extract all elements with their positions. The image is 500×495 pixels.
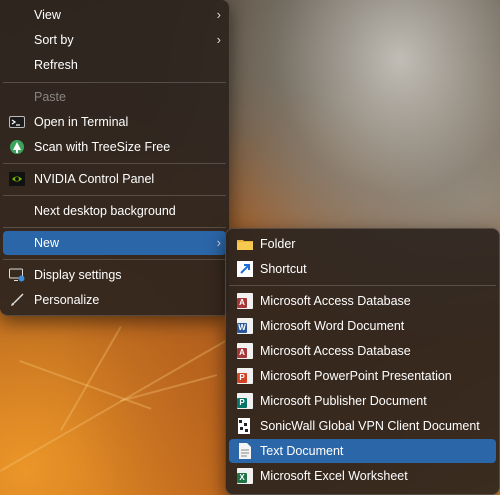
new-word-document-item[interactable]: W Microsoft Word Document — [229, 314, 496, 338]
chevron-right-icon: › — [216, 235, 221, 250]
menu-item-label: Shortcut — [260, 262, 307, 276]
access-icon: A — [237, 343, 253, 359]
menu-divider — [3, 163, 226, 164]
new-shortcut-item[interactable]: Shortcut — [229, 257, 496, 281]
new-access-database-item[interactable]: A Microsoft Access Database — [229, 289, 496, 313]
menu-item-paste: Paste — [3, 85, 226, 109]
menu-item-label: Microsoft Word Document — [260, 319, 405, 333]
display-settings-icon — [9, 267, 25, 283]
menu-item-label: View — [34, 8, 61, 22]
menu-item-label: NVIDIA Control Panel — [34, 172, 155, 186]
menu-item-label: Display settings — [34, 268, 122, 282]
menu-item-next-desktop-background[interactable]: Next desktop background — [3, 199, 226, 223]
menu-item-label: Open in Terminal — [34, 115, 129, 129]
nvidia-icon — [9, 171, 25, 187]
menu-item-new[interactable]: New › — [3, 231, 226, 255]
new-access-database-item-2[interactable]: A Microsoft Access Database — [229, 339, 496, 363]
menu-divider — [3, 195, 226, 196]
menu-item-label: Personalize — [34, 293, 100, 307]
new-excel-worksheet-item[interactable]: X Microsoft Excel Worksheet — [229, 464, 496, 488]
menu-item-label: Microsoft Access Database — [260, 344, 411, 358]
menu-item-scan-treesize[interactable]: Scan with TreeSize Free — [3, 135, 226, 159]
menu-divider — [229, 285, 496, 286]
word-icon: W — [237, 318, 253, 334]
menu-item-view[interactable]: View › — [3, 3, 226, 27]
text-document-icon — [237, 443, 253, 459]
new-folder-item[interactable]: Folder — [229, 232, 496, 256]
menu-item-personalize[interactable]: Personalize — [3, 288, 226, 312]
publisher-icon: P — [237, 393, 253, 409]
new-sonicwall-item[interactable]: SonicWall Global VPN Client Document — [229, 414, 496, 438]
menu-divider — [3, 259, 226, 260]
menu-item-display-settings[interactable]: Display settings — [3, 263, 226, 287]
powerpoint-icon: P — [237, 368, 253, 384]
new-text-document-item[interactable]: Text Document — [229, 439, 496, 463]
menu-item-open-in-terminal[interactable]: Open in Terminal — [3, 110, 226, 134]
shortcut-icon — [237, 261, 253, 277]
new-submenu: Folder Shortcut A Microsoft Access Datab… — [225, 228, 500, 495]
menu-item-label: Sort by — [34, 33, 74, 47]
menu-item-label: Refresh — [34, 58, 78, 72]
chevron-right-icon: › — [216, 7, 221, 22]
menu-item-label: SonicWall Global VPN Client Document — [260, 419, 480, 433]
menu-item-label: New — [34, 236, 60, 250]
new-powerpoint-item[interactable]: P Microsoft PowerPoint Presentation — [229, 364, 496, 388]
menu-item-label: Microsoft Publisher Document — [260, 394, 427, 408]
menu-item-sort-by[interactable]: Sort by › — [3, 28, 226, 52]
menu-item-nvidia-control-panel[interactable]: NVIDIA Control Panel — [3, 167, 226, 191]
menu-item-label: Folder — [260, 237, 296, 251]
terminal-icon — [9, 114, 25, 130]
menu-item-refresh[interactable]: Refresh — [3, 53, 226, 77]
menu-item-label: Microsoft PowerPoint Presentation — [260, 369, 452, 383]
excel-icon: X — [237, 468, 253, 484]
menu-divider — [3, 82, 226, 83]
treesize-icon — [9, 139, 25, 155]
menu-item-label: Microsoft Access Database — [260, 294, 411, 308]
chevron-right-icon: › — [216, 32, 221, 47]
menu-item-label: Text Document — [260, 444, 344, 458]
menu-item-label: Scan with TreeSize Free — [34, 140, 171, 154]
menu-item-label: Next desktop background — [34, 204, 176, 218]
desktop-context-menu: View › Sort by › Refresh Paste Open in T… — [0, 0, 230, 316]
menu-divider — [3, 227, 226, 228]
sonicwall-icon — [237, 418, 253, 434]
access-icon: A — [237, 293, 253, 309]
personalize-brush-icon — [9, 292, 25, 308]
menu-item-label: Paste — [34, 90, 66, 104]
new-publisher-item[interactable]: P Microsoft Publisher Document — [229, 389, 496, 413]
folder-icon — [237, 236, 253, 252]
menu-item-label: Microsoft Excel Worksheet — [260, 469, 408, 483]
